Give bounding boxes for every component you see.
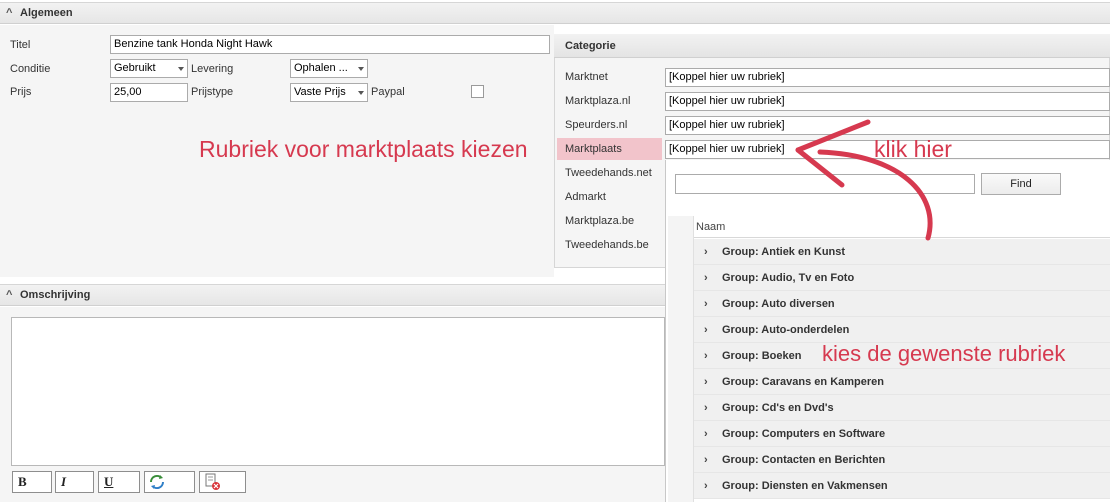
annotation-arrow	[795, 119, 933, 241]
